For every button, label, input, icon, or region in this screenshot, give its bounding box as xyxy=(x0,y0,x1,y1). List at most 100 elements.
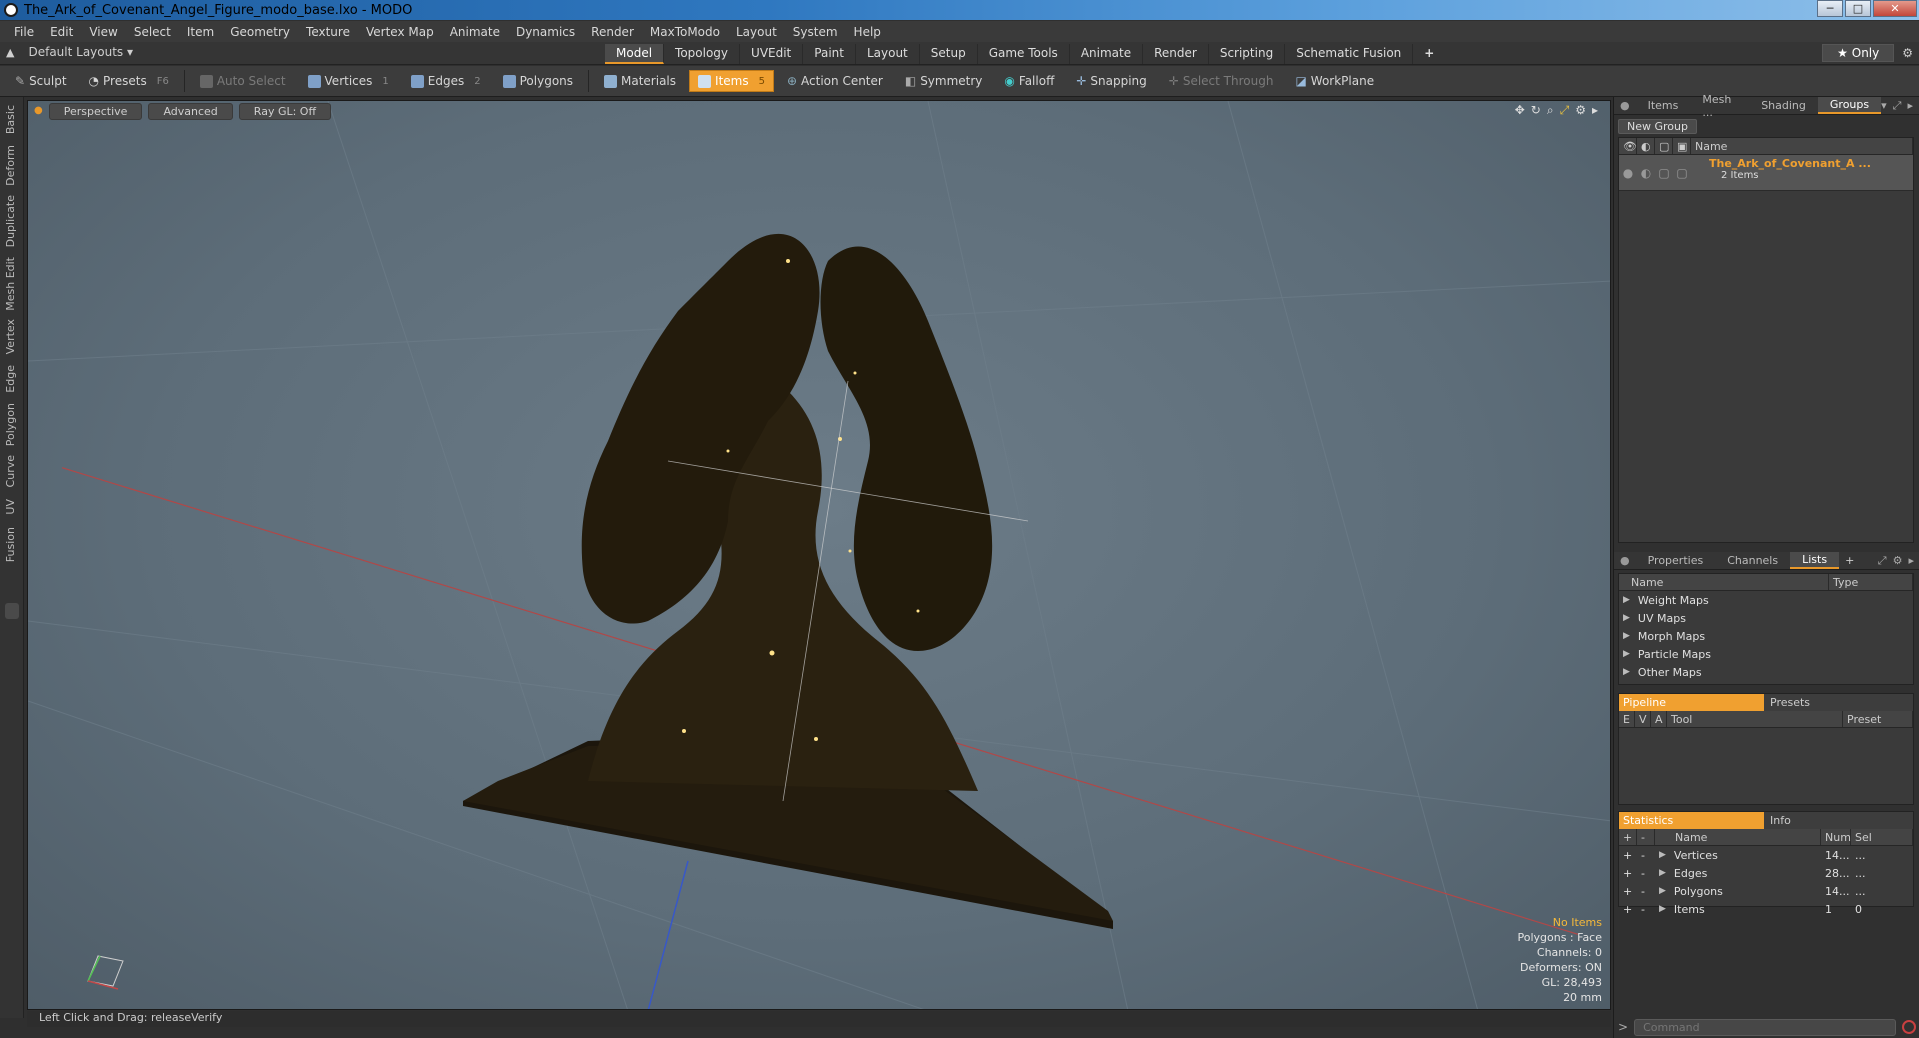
viewport-menu-dot[interactable]: ● xyxy=(34,103,43,120)
stats-add-icon[interactable]: + xyxy=(1619,903,1637,916)
menu-animate[interactable]: Animate xyxy=(442,25,508,39)
maximize-button[interactable]: □ xyxy=(1845,0,1871,17)
tab-pipeline[interactable]: Pipeline xyxy=(1619,694,1764,711)
tab-properties[interactable]: Properties xyxy=(1636,553,1716,568)
add-tab-plus-icon[interactable]: + xyxy=(1839,554,1860,567)
render-column-icon[interactable]: ◐ xyxy=(1637,138,1655,154)
tab-lists[interactable]: Lists xyxy=(1790,552,1840,569)
menu-render[interactable]: Render xyxy=(583,25,642,39)
close-button[interactable]: ✕ xyxy=(1873,0,1917,17)
tab-game-tools[interactable]: Game Tools xyxy=(978,44,1070,64)
vtab-deform[interactable]: Deform xyxy=(4,145,17,186)
list-item[interactable]: ▶ UV Maps xyxy=(1619,609,1913,627)
layout-up-icon[interactable]: ▲ xyxy=(6,46,14,59)
menu-file[interactable]: File xyxy=(6,25,42,39)
group-name[interactable]: The_Ark_of_Covenant_A ... xyxy=(1709,157,1913,170)
3d-viewport[interactable]: ● Perspective Advanced Ray GL: Off ✥ ↻ ⌕… xyxy=(27,100,1611,1010)
select-column-icon[interactable]: ▣ xyxy=(1673,138,1691,154)
tab-layout[interactable]: Layout xyxy=(856,44,920,64)
eye-column-icon[interactable]: 👁 xyxy=(1619,138,1637,154)
tab-scripting[interactable]: Scripting xyxy=(1209,44,1286,64)
symmetry-button[interactable]: ◧ Symmetry xyxy=(896,70,992,92)
menu-select[interactable]: Select xyxy=(126,25,179,39)
group-render-icon[interactable]: ◐ xyxy=(1637,155,1655,190)
falloff-button[interactable]: ◉ Falloff xyxy=(995,70,1063,92)
table-row[interactable]: + - ▶ Edges 28... ... xyxy=(1619,864,1913,882)
raygl-dropdown[interactable]: Ray GL: Off xyxy=(238,103,332,120)
viewport-expand-icon[interactable]: ▸ xyxy=(1592,103,1598,118)
tab-schematic-fusion[interactable]: Schematic Fusion xyxy=(1285,44,1414,64)
table-row[interactable]: + - ▶ Items 1 0 xyxy=(1619,900,1913,918)
tab-channels[interactable]: Channels xyxy=(1715,553,1790,568)
rotate-icon[interactable]: ↻ xyxy=(1531,103,1541,118)
items-button[interactable]: Items 5 xyxy=(689,70,774,92)
snapping-button[interactable]: ✛ Snapping xyxy=(1067,70,1155,92)
polygons-button[interactable]: Polygons xyxy=(494,70,582,92)
stats-remove-icon[interactable]: - xyxy=(1637,903,1655,916)
group-select-icon[interactable]: ▢ xyxy=(1673,155,1691,190)
table-row[interactable]: + - ▶ Polygons 14... ... xyxy=(1619,882,1913,900)
table-row[interactable]: + - ▶ Vertices 14... ... xyxy=(1619,846,1913,864)
tab-groups[interactable]: Groups xyxy=(1817,97,1882,114)
tab-info[interactable]: Info xyxy=(1764,812,1913,829)
vertices-button[interactable]: Vertices 1 xyxy=(299,70,398,92)
default-layouts-dropdown[interactable]: Default Layouts ▾ xyxy=(28,45,133,59)
edges-button[interactable]: Edges 2 xyxy=(402,70,490,92)
stats-remove-icon[interactable]: - xyxy=(1637,867,1655,880)
list-item[interactable]: ▶ Other Maps xyxy=(1619,663,1913,681)
menu-geometry[interactable]: Geometry xyxy=(222,25,298,39)
tab-statistics[interactable]: Statistics xyxy=(1619,812,1764,829)
stats-add-icon[interactable]: + xyxy=(1619,885,1637,898)
mid-expand-icon[interactable]: ⤢ xyxy=(1878,554,1887,568)
tab-model[interactable]: Model xyxy=(605,44,665,64)
strip-toggle-icon[interactable] xyxy=(5,603,19,619)
menu-dynamics[interactable]: Dynamics xyxy=(508,25,583,39)
list-item[interactable]: ▶ Particle Maps xyxy=(1619,645,1913,663)
tab-items[interactable]: Items xyxy=(1636,98,1691,113)
menu-layout[interactable]: Layout xyxy=(728,25,785,39)
tab-paint[interactable]: Paint xyxy=(803,44,856,64)
list-item[interactable]: ▶ Morph Maps xyxy=(1619,627,1913,645)
menu-texture[interactable]: Texture xyxy=(298,25,358,39)
vtab-polygon[interactable]: Polygon xyxy=(4,403,17,446)
menu-help[interactable]: Help xyxy=(846,25,889,39)
tab-shading[interactable]: Shading xyxy=(1749,98,1818,113)
command-input[interactable] xyxy=(1634,1018,1896,1036)
menu-edit[interactable]: Edit xyxy=(42,25,81,39)
vtab-curve[interactable]: Curve xyxy=(4,455,17,487)
chevron-right-icon[interactable]: ▸ xyxy=(1907,99,1913,113)
vtab-duplicate[interactable]: Duplicate xyxy=(4,195,17,247)
tab-presets[interactable]: Presets xyxy=(1764,694,1913,711)
advanced-dropdown[interactable]: Advanced xyxy=(148,103,233,120)
tab-setup[interactable]: Setup xyxy=(920,44,978,64)
mid-gear-icon[interactable]: ⚙ xyxy=(1893,554,1903,568)
vtab-uv[interactable]: UV xyxy=(4,499,17,515)
stats-plus-header[interactable]: + xyxy=(1619,829,1637,845)
pan-icon[interactable]: ✥ xyxy=(1515,103,1525,118)
minimize-button[interactable]: ─ xyxy=(1817,0,1843,17)
stats-add-icon[interactable]: + xyxy=(1619,849,1637,862)
record-icon[interactable] xyxy=(1902,1020,1916,1034)
workplane-button[interactable]: ◪ WorkPlane xyxy=(1286,70,1383,92)
tab-topology[interactable]: Topology xyxy=(664,44,741,64)
mid-panel-menu-dot[interactable]: ● xyxy=(1614,554,1636,567)
auto-select-button[interactable]: Auto Select xyxy=(191,70,295,92)
group-lock-icon[interactable]: ▢ xyxy=(1655,155,1673,190)
perspective-dropdown[interactable]: Perspective xyxy=(48,103,143,120)
vtab-vertex[interactable]: Vertex xyxy=(4,319,17,354)
add-tab-button[interactable]: + xyxy=(1413,44,1445,64)
select-through-button[interactable]: ✛ Select Through xyxy=(1160,70,1283,92)
fit-icon[interactable]: ⤢ xyxy=(1560,103,1570,118)
tab-uvedit[interactable]: UVEdit xyxy=(740,44,804,64)
stats-minus-header[interactable]: - xyxy=(1637,829,1655,845)
stats-remove-icon[interactable]: - xyxy=(1637,885,1655,898)
new-group-button[interactable]: New Group xyxy=(1618,119,1697,134)
viewport-settings-icon[interactable]: ⚙ xyxy=(1575,103,1586,118)
gear-icon[interactable]: ⚙ xyxy=(1902,46,1913,60)
list-item[interactable]: ▶ Weight Maps xyxy=(1619,591,1913,609)
mid-chevron-right-icon[interactable]: ▸ xyxy=(1908,554,1914,568)
zoom-icon[interactable]: ⌕ xyxy=(1547,103,1554,118)
tab-render[interactable]: Render xyxy=(1143,44,1209,64)
stats-add-icon[interactable]: + xyxy=(1619,867,1637,880)
vtab-edge[interactable]: Edge xyxy=(4,365,17,393)
